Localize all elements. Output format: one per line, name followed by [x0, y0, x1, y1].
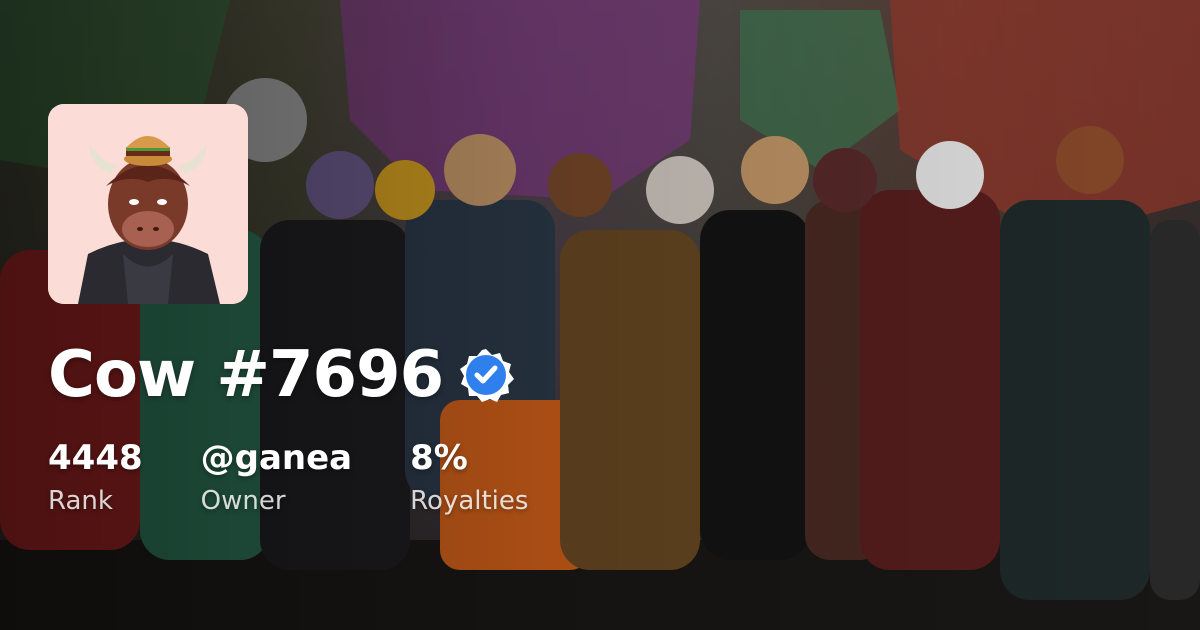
stat-rank: 4448 Rank [48, 438, 143, 517]
stat-owner: @ganea Owner [200, 438, 353, 517]
stat-owner-value: @ganea [200, 438, 353, 478]
stat-rank-label: Rank [48, 486, 113, 517]
stats: 4448 Rank @ganea Owner 8% Royalties [48, 438, 586, 517]
verified-check-badge-icon [460, 349, 515, 402]
background-artwork [0, 0, 1200, 630]
avatar [48, 104, 248, 304]
stat-royalties-value: 8% [410, 438, 468, 478]
stat-rank-value: 4448 [48, 438, 143, 478]
stat-royalties: 8% Royalties [410, 438, 529, 517]
stat-royalties-label: Royalties [410, 486, 529, 517]
title-row: Cow #7696 [48, 335, 515, 415]
stat-owner-label: Owner [200, 486, 286, 517]
cow-avatar-image [48, 104, 248, 304]
page-title: Cow #7696 [48, 338, 444, 412]
